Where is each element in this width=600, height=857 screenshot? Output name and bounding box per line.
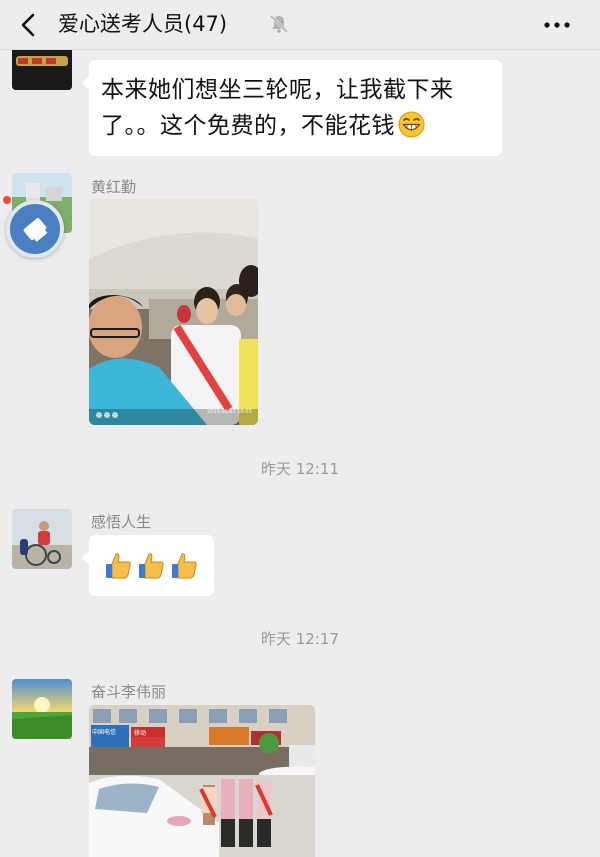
more-options-icon[interactable] <box>540 12 574 38</box>
grin-emoji-icon <box>398 111 425 149</box>
thumbs-up-emoji-icon <box>106 553 131 579</box>
shop-sign-text: 中国电信 <box>92 729 117 736</box>
sender-name: 黄红勤 <box>91 178 137 196</box>
chat-title[interactable]: 爱心送考人员(47) <box>58 10 227 38</box>
floating-window-button[interactable] <box>6 200 64 258</box>
sender-name: 感悟人生 <box>91 513 152 531</box>
shared-photo[interactable]: 2019.06.07 10:03 <box>89 199 258 425</box>
avatar[interactable] <box>12 679 72 739</box>
back-arrow-icon[interactable] <box>14 10 44 40</box>
thumbs-up-emoji-icon <box>172 553 197 579</box>
chat-header: 爱心送考人员(47) <box>0 0 600 50</box>
photo-timestamp: 2019.06.07 10:03 <box>207 409 252 415</box>
shop-sign-text: 移动 <box>134 730 147 737</box>
mute-bell-icon <box>269 14 289 34</box>
message-bubble[interactable] <box>82 535 214 596</box>
shared-photo[interactable]: 中国电信 移动 <box>89 705 315 857</box>
chat-timestamp: 昨天 12:17 <box>261 630 339 648</box>
message-bubble[interactable]: 本来她们想坐三轮呢，让我截下来了。。这个免费的，不能花钱 <box>82 60 502 156</box>
chat-timestamp: 昨天 12:11 <box>261 460 339 478</box>
notification-dot <box>3 196 11 204</box>
sender-name: 奋斗李伟丽 <box>91 683 167 701</box>
avatar[interactable] <box>12 509 72 569</box>
thumbs-up-emoji-icon <box>139 553 164 579</box>
